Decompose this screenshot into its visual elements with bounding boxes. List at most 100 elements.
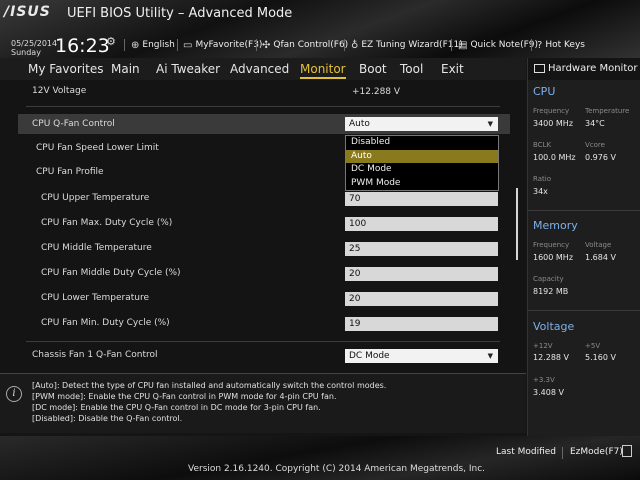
row-divider bbox=[26, 106, 500, 107]
hw-cpu-temperature-value: 34°C bbox=[585, 119, 605, 128]
myfavorite-button[interactable]: ▭ MyFavorite(F3) bbox=[183, 38, 262, 52]
qfan-control-button[interactable]: ✣ Qfan Control(F6) bbox=[262, 38, 348, 52]
ez-tuning-label: EZ Tuning Wizard(F11) bbox=[361, 40, 463, 50]
hw-ratio-label: Ratio bbox=[533, 175, 551, 183]
chassis-qfan-label: Chassis Fan 1 Q-Fan Control bbox=[32, 350, 158, 360]
header-divider bbox=[531, 39, 532, 51]
middle-temp-input[interactable]: 25 bbox=[345, 242, 498, 256]
language-button[interactable]: ⊕ English bbox=[131, 38, 175, 52]
hw-33v-label: +3.3V bbox=[533, 376, 555, 384]
last-modified-button[interactable]: Last Modified bbox=[496, 447, 556, 457]
hw-33v-value: 3.408 V bbox=[533, 388, 564, 397]
upper-temp-label: CPU Upper Temperature bbox=[41, 193, 150, 203]
note-icon: ▤ bbox=[458, 39, 468, 51]
header-divider bbox=[124, 39, 125, 51]
header-divider bbox=[256, 39, 257, 51]
date-display: 05/25/2014 Sunday bbox=[11, 39, 57, 57]
lower-temp-input[interactable]: 20 bbox=[345, 292, 498, 306]
help-text-dc: [DC mode]: Enable the CPU Q-Fan control … bbox=[32, 403, 321, 412]
help-text-auto: [Auto]: Detect the type of CPU fan insta… bbox=[32, 381, 387, 390]
header-divider bbox=[177, 39, 178, 51]
row-divider bbox=[26, 341, 500, 342]
hw-divider bbox=[528, 310, 640, 311]
info-icon: i bbox=[6, 386, 22, 402]
hw-mem-voltage-label: Voltage bbox=[585, 241, 612, 249]
hw-5v-label: +5V bbox=[585, 342, 601, 350]
voltage-12v-label: 12V Voltage bbox=[32, 86, 87, 96]
ez-mode-button[interactable]: EzMode(F7) bbox=[570, 447, 623, 457]
hw-memory-title: Memory bbox=[533, 219, 578, 232]
asus-logo: /ISUS bbox=[4, 4, 51, 20]
help-text-disabled: [Disabled]: Disable the Q-Fan control. bbox=[32, 414, 183, 423]
hw-ratio-value: 34x bbox=[533, 187, 548, 196]
chassis-qfan-value: DC Mode bbox=[349, 351, 390, 361]
hw-cpu-title: CPU bbox=[533, 85, 556, 98]
cpu-qfan-label: CPU Q-Fan Control bbox=[32, 119, 115, 129]
cpu-qfan-value: Auto bbox=[349, 119, 370, 129]
menu-boot[interactable]: Boot bbox=[359, 62, 387, 76]
hw-cpu-frequency-label: Frequency bbox=[533, 107, 570, 115]
header-bar: /ISUS UEFI BIOS Utility – Advanced Mode … bbox=[0, 0, 640, 58]
hardware-monitor-panel: Hardware Monitor CPU Frequency Temperatu… bbox=[527, 58, 640, 436]
help-text-pwm: [PWM mode]: Enable the CPU Q-Fan control… bbox=[32, 392, 337, 401]
hot-keys-label: Hot Keys bbox=[545, 40, 585, 50]
favorite-icon: ▭ bbox=[183, 39, 193, 51]
dropdown-option-dc-mode[interactable]: DC Mode bbox=[346, 163, 498, 176]
hw-vcore-label: Vcore bbox=[585, 141, 605, 149]
max-duty-label: CPU Fan Max. Duty Cycle (%) bbox=[41, 218, 173, 228]
clock-settings-icon[interactable]: ⚙ bbox=[106, 35, 116, 48]
min-duty-label: CPU Fan Min. Duty Cycle (%) bbox=[41, 318, 170, 328]
middle-duty-label: CPU Fan Middle Duty Cycle (%) bbox=[41, 268, 181, 278]
max-duty-input[interactable]: 100 bbox=[345, 217, 498, 231]
hw-mem-voltage-value: 1.684 V bbox=[585, 253, 616, 262]
ez-tuning-button[interactable]: ♁ EZ Tuning Wizard(F11) bbox=[351, 38, 463, 52]
min-duty-input[interactable]: 19 bbox=[345, 317, 498, 331]
app-title: UEFI BIOS Utility – Advanced Mode bbox=[67, 6, 293, 21]
hw-12v-value: 12.288 V bbox=[533, 353, 570, 362]
hw-capacity-value: 8192 MB bbox=[533, 287, 569, 296]
version-text: Version 2.16.1240. Copyright (C) 2014 Am… bbox=[188, 464, 486, 474]
help-icon: ? bbox=[537, 39, 543, 51]
ez-mode-icon[interactable] bbox=[622, 445, 632, 457]
chevron-down-icon: ▼ bbox=[487, 120, 493, 128]
menu-main[interactable]: Main bbox=[111, 62, 140, 76]
hardware-monitor-title-text: Hardware Monitor bbox=[548, 63, 638, 74]
menu-tool[interactable]: Tool bbox=[400, 62, 423, 76]
upper-temp-input[interactable]: 70 bbox=[345, 192, 498, 206]
chassis-qfan-select[interactable]: DC Mode ▼ bbox=[345, 349, 498, 363]
middle-duty-input[interactable]: 20 bbox=[345, 267, 498, 281]
cpu-qfan-select[interactable]: Auto ▼ bbox=[345, 117, 498, 131]
hot-keys-button[interactable]: ? Hot Keys bbox=[537, 38, 585, 52]
cpu-qfan-dropdown-list: Disabled Auto DC Mode PWM Mode bbox=[345, 135, 499, 191]
hw-cpu-frequency-value: 3400 MHz bbox=[533, 119, 574, 128]
menu-advanced[interactable]: Advanced bbox=[230, 62, 289, 76]
footer-bar: Last Modified EzMode(F7) Version 2.16.12… bbox=[0, 436, 640, 480]
quick-note-button[interactable]: ▤ Quick Note(F9) bbox=[458, 38, 538, 52]
hw-bclk-value: 100.0 MHz bbox=[533, 153, 576, 162]
speed-lower-limit-label[interactable]: CPU Fan Speed Lower Limit bbox=[36, 143, 159, 153]
myfavorite-label: MyFavorite(F3) bbox=[195, 40, 263, 50]
dropdown-option-pwm-mode[interactable]: PWM Mode bbox=[346, 177, 498, 190]
lower-temp-label: CPU Lower Temperature bbox=[41, 293, 149, 303]
menu-monitor[interactable]: Monitor bbox=[300, 62, 346, 79]
hw-5v-value: 5.160 V bbox=[585, 353, 616, 362]
fan-profile-label[interactable]: CPU Fan Profile bbox=[36, 167, 104, 177]
menu-ai-tweaker[interactable]: Ai Tweaker bbox=[156, 62, 220, 76]
language-label: English bbox=[142, 40, 175, 50]
hw-cpu-temperature-label: Temperature bbox=[585, 107, 630, 115]
hw-capacity-label: Capacity bbox=[533, 275, 564, 283]
header-divider bbox=[344, 39, 345, 51]
date-text: 05/25/2014 bbox=[11, 39, 58, 48]
dropdown-option-auto[interactable]: Auto bbox=[346, 150, 498, 163]
main-menu-bar: My Favorites Main Ai Tweaker Advanced Mo… bbox=[0, 58, 526, 80]
hw-voltage-title: Voltage bbox=[533, 320, 575, 333]
hw-vcore-value: 0.976 V bbox=[585, 153, 616, 162]
dropdown-option-disabled[interactable]: Disabled bbox=[346, 136, 498, 149]
menu-my-favorites[interactable]: My Favorites bbox=[28, 62, 103, 76]
chevron-down-icon: ▼ bbox=[487, 352, 493, 360]
hw-bclk-label: BCLK bbox=[533, 141, 552, 149]
settings-scrollbar[interactable] bbox=[516, 188, 518, 260]
day-text: Sunday bbox=[11, 48, 41, 57]
menu-exit[interactable]: Exit bbox=[441, 62, 464, 76]
bulb-icon: ♁ bbox=[351, 39, 359, 51]
